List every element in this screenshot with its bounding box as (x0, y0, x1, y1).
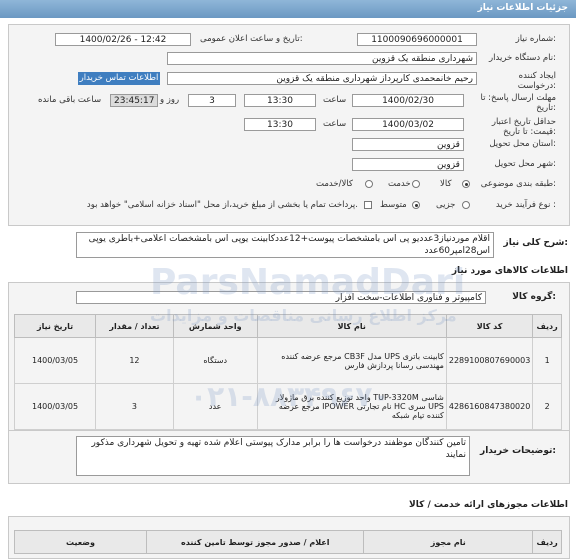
notes-label: توضیحات خریدار: (480, 446, 556, 456)
buyer-contact-link[interactable]: اطلاعات تماس خریدار (78, 72, 160, 85)
need-number-label: شماره نیاز: (515, 34, 556, 44)
deadline-date-field: 1400/02/30 (352, 94, 464, 107)
goods-group-label: گروه کالا: (512, 292, 556, 302)
creator-label: ایجاد کننده درخواست: (517, 71, 556, 91)
table-row: 1 2289100807690003 کابینت باتری UPS مدل … (13, 337, 562, 384)
province-field: قزوین (352, 138, 464, 151)
licenses-table: ردیف نام مجوز اعلام / صدور مجوز توسط تام… (13, 530, 562, 554)
deadline-label: مهلت ارسال پاسخ: تا تاریخ: (480, 93, 556, 113)
watermark-phone: ۰۲۱-۸۸۳۴۹۶۷۰ (190, 380, 390, 413)
row-code: 4286160847380020 (445, 383, 534, 430)
row-qty: 12 (95, 337, 174, 384)
announce-date-field: 1400/02/26 - 12:42 (55, 33, 191, 46)
deadline-time-label: ساعت (323, 95, 347, 105)
days-label: روز و (160, 95, 180, 105)
days-remaining-field: 3 (188, 94, 236, 107)
deadline-time-field: 13:30 (244, 94, 316, 107)
process-label: نوع فرآیند خرید : (495, 200, 556, 210)
row-index: 2 (532, 383, 562, 430)
validity-time-field: 13:30 (244, 118, 316, 131)
row-date: 1400/03/05 (13, 337, 97, 384)
summary-field: اقلام موردنیاز3عددیو پی اس بامشخصات پیوس… (76, 232, 494, 258)
remaining-time-field: 23:45:17 (110, 94, 158, 107)
city-field: قزوین (352, 158, 464, 171)
process-minor-radio[interactable] (462, 201, 470, 209)
city-label: شهر محل تحویل: (494, 159, 556, 169)
category-both-radio[interactable] (365, 180, 373, 188)
row-code: 2289100807690003 (445, 337, 534, 384)
validity-date-field: 1400/03/02 (352, 118, 464, 131)
summary-label: شرح کلی نیاز: (503, 238, 568, 248)
process-medium-label: متوسط (380, 200, 407, 210)
watermark-subtitle: مرکز اطلاع رسانی مناقصات و مزایدات (150, 306, 457, 325)
creator-field: رحیم خانمحمدی کارپرداز شهرداری منطقه یک … (167, 72, 477, 85)
announce-label: تاریخ و ساعت اعلان عمومی: (200, 34, 303, 44)
col-index: ردیف (532, 314, 562, 338)
watermark-brand: ParsNamadDari (150, 262, 466, 303)
lic-col-name: نام مجوز (363, 530, 534, 554)
category-goods-label: کالا (440, 179, 452, 189)
treasury-payment-text: پرداخت تمام یا بخشی از مبلغ خرید،از محل … (86, 200, 358, 210)
row-unit: دستگاه (172, 337, 258, 384)
row-qty: 3 (95, 383, 174, 430)
validity-label: حداقل تاریخ اعتبار قیمت: تا تاریخ: (491, 117, 556, 137)
process-minor-label: جزیی (436, 200, 456, 210)
col-date: تاریخ نیاز (13, 314, 97, 338)
page-title: جزئیات اطلاعات نیاز (477, 3, 568, 13)
category-label: طبقه بندی موضوعی: (480, 179, 556, 189)
process-medium-radio[interactable] (412, 201, 420, 209)
category-both-label: کالا/خدمت (316, 179, 353, 189)
category-goods-radio[interactable] (462, 180, 470, 188)
lic-col-issuer: اعلام / صدور مجوز توسط تامین کننده (146, 530, 365, 554)
title-bar: جزئیات اطلاعات نیاز (0, 0, 576, 18)
row-date: 1400/03/05 (13, 383, 97, 430)
treasury-payment-checkbox[interactable] (364, 201, 372, 209)
category-service-label: خدمت (388, 179, 411, 189)
notes-field: تامین کنندگان موظفند درخواست ها را برابر… (76, 436, 470, 476)
buyer-field: شهرداری منطقه یک قزوین (167, 52, 477, 65)
province-label: استان محل تحویل: (489, 139, 556, 149)
validity-time-label: ساعت (323, 119, 347, 129)
licenses-section-title: اطلاعات مجوزهای ارائه خدمت / کالا (409, 500, 568, 510)
need-number-field: 1100090696000001 (357, 33, 477, 46)
row-index: 1 (532, 337, 562, 384)
remaining-label: ساعت باقی مانده (38, 95, 102, 105)
licenses-table-header: ردیف نام مجوز اعلام / صدور مجوز توسط تام… (13, 530, 562, 554)
lic-col-index: ردیف (532, 530, 562, 554)
lic-col-status: وضعیت (13, 530, 148, 554)
col-code: کد کالا (445, 314, 534, 338)
buyer-label: نام دستگاه خریدار: (489, 53, 556, 63)
category-service-radio[interactable] (412, 180, 420, 188)
goods-section-title: اطلاعات کالاهای مورد نیاز (451, 266, 568, 276)
row-name: کابینت باتری UPS مدل CB3F مرجع عرضه کنند… (256, 337, 447, 384)
